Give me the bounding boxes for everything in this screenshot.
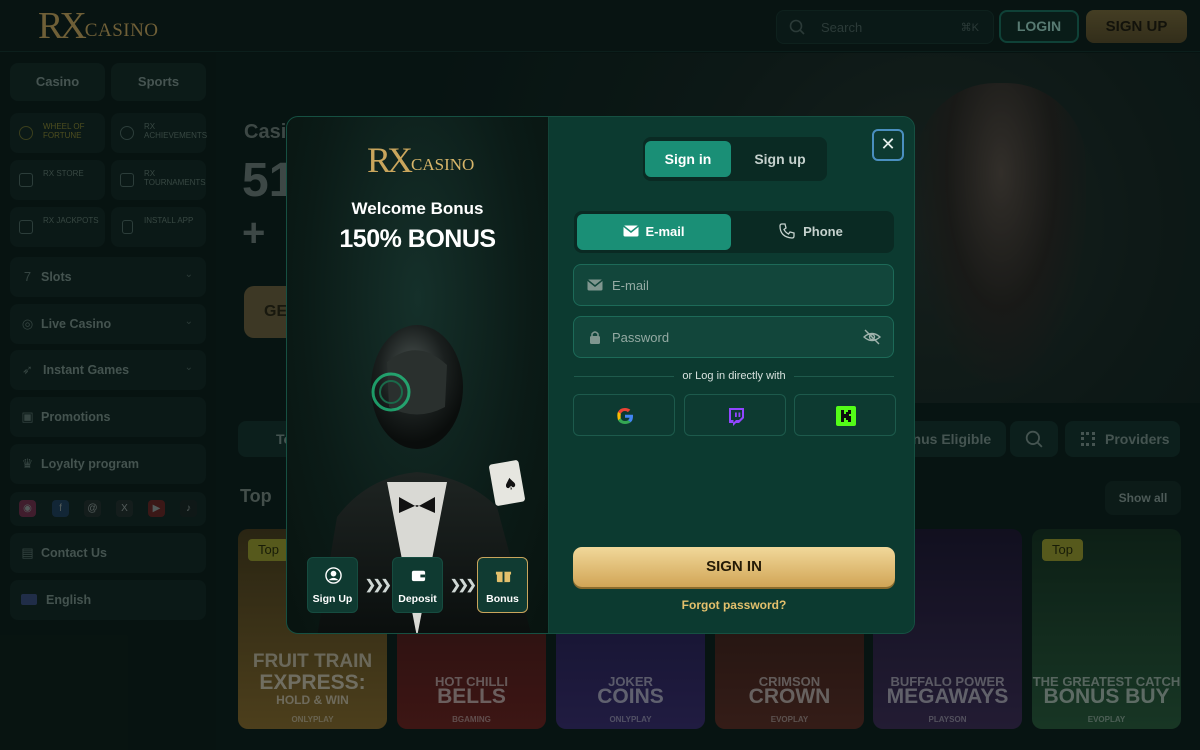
method-phone[interactable]: Phone xyxy=(734,214,888,250)
forgot-password-link[interactable]: Forgot password? xyxy=(573,598,895,612)
password-field[interactable]: Password xyxy=(573,316,894,358)
tab-sign-up[interactable]: Sign up xyxy=(737,141,823,177)
login-method-toggle: E-mail Phone xyxy=(574,211,894,253)
method-email[interactable]: E-mail xyxy=(577,214,731,250)
promo-panel: RX CASINO Welcome Bonus 150% BONUS ♠ Sig… xyxy=(287,117,548,633)
bonus-amount: 150% BONUS xyxy=(339,225,496,253)
email-placeholder: E-mail xyxy=(612,278,649,293)
step-arrow-icon: ❯❯❯ xyxy=(450,577,477,592)
mail-icon xyxy=(623,225,640,237)
logo-casino: CASINO xyxy=(411,155,475,174)
close-icon: ✕ xyxy=(880,134,896,154)
step-bonus: Bonus xyxy=(477,557,528,613)
twitch-icon xyxy=(729,408,744,426)
close-button[interactable]: ✕ xyxy=(872,129,904,161)
google-icon xyxy=(617,408,633,424)
step-label: Deposit xyxy=(398,593,437,605)
twitch-login-button[interactable] xyxy=(684,394,786,436)
gift-icon xyxy=(495,571,512,583)
step-sign-up: Sign Up xyxy=(307,557,358,613)
welcome-bonus-title: Welcome Bonus xyxy=(351,199,484,218)
kick-login-button[interactable] xyxy=(794,394,896,436)
step-arrow-icon: ❯❯❯ xyxy=(365,577,392,592)
user-icon xyxy=(325,567,342,584)
kick-icon xyxy=(836,406,856,426)
tab-sign-in[interactable]: Sign in xyxy=(645,141,731,177)
google-login-button[interactable] xyxy=(573,394,675,436)
method-email-label: E-mail xyxy=(645,224,685,239)
step-label: Sign Up xyxy=(312,593,353,605)
lock-icon xyxy=(590,331,600,344)
phone-icon xyxy=(779,223,795,239)
mail-icon xyxy=(587,279,603,291)
eye-off-icon[interactable] xyxy=(863,329,881,345)
or-login-label: or Log in directly with xyxy=(674,370,794,382)
logo-rx: RX xyxy=(367,140,413,180)
password-placeholder: Password xyxy=(612,330,670,345)
or-login-with: or Log in directly with xyxy=(574,370,894,382)
method-phone-label: Phone xyxy=(803,224,843,239)
auth-tabs: Sign in Sign up xyxy=(643,137,827,181)
wallet-icon xyxy=(411,570,426,582)
modal-logo: RX CASINO xyxy=(367,141,474,179)
step-deposit: Deposit xyxy=(392,557,443,613)
auth-modal: RX CASINO Welcome Bonus 150% BONUS ♠ Sig… xyxy=(286,116,915,634)
email-field[interactable]: E-mail xyxy=(573,264,894,306)
step-label: Bonus xyxy=(486,593,519,605)
bonus-steps: Sign Up ❯❯❯ Deposit ❯❯❯ Bonus xyxy=(307,557,529,613)
sign-in-button[interactable]: SIGN IN xyxy=(573,547,895,587)
